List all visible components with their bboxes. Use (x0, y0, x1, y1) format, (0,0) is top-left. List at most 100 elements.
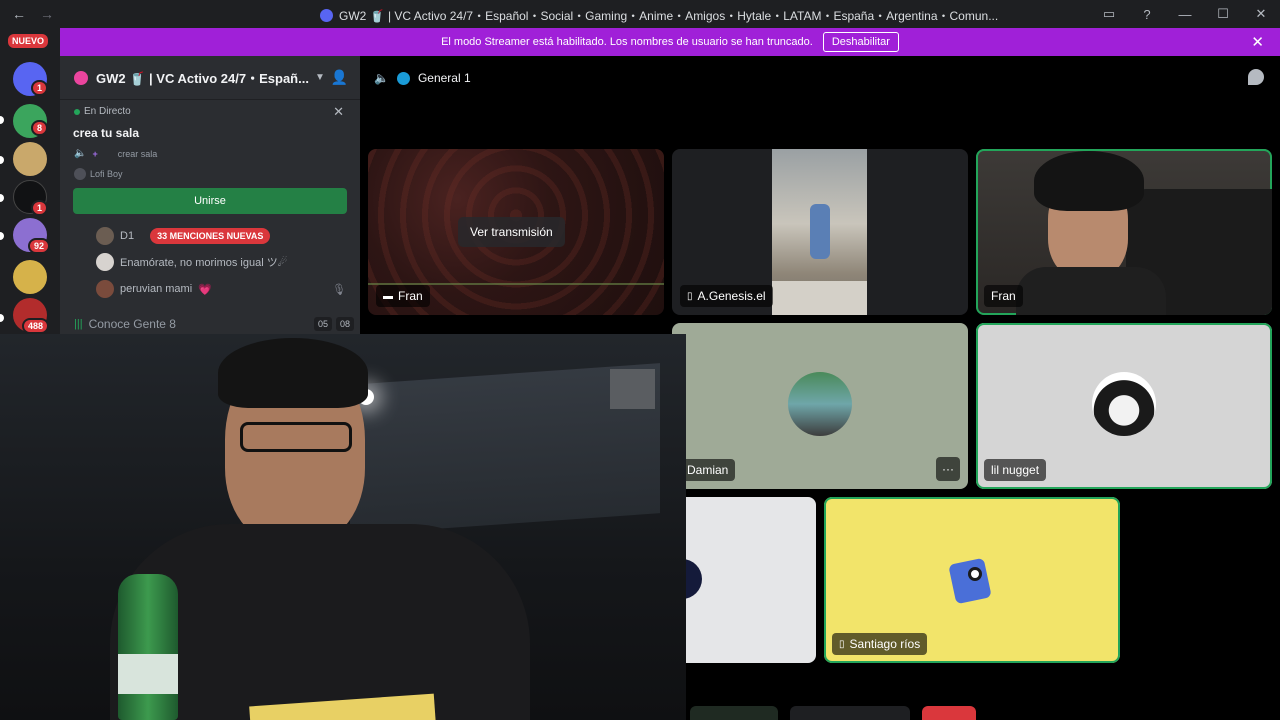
tile-name-tag: lil nugget (984, 459, 1047, 481)
member-name: D1 (120, 230, 135, 242)
inbox-icon[interactable]: ▭ (1090, 6, 1128, 22)
voice-activity-icon: ||| (74, 318, 83, 330)
server-badge: 92 (28, 238, 51, 254)
tile-name: lil nugget (991, 463, 1040, 477)
server-icon[interactable] (13, 142, 47, 176)
channel-name: General 1 (417, 71, 471, 85)
avatar (96, 227, 114, 245)
member-row[interactable]: Enamórate, no morimos igual ツ☄ (96, 253, 288, 271)
avatar (946, 555, 996, 609)
window-controls: ▭ ? — ☐ ✕ (1090, 0, 1280, 28)
maximize-icon[interactable]: ☐ (1204, 6, 1242, 22)
live-dot-icon (74, 108, 80, 115)
avatar (788, 372, 852, 436)
voice-channel-name: Conoce Gente 8 (88, 317, 176, 331)
member-row[interactable]: D1 33 MENCIONES NUEVAS (96, 227, 271, 245)
avatar (96, 280, 114, 298)
avatar-tile[interactable] (672, 497, 816, 663)
count-limit: 08 (335, 317, 354, 331)
avatar-tile[interactable]: Damian ··· (672, 323, 968, 489)
streamer-mode-banner: El modo Streamer está habilitado. Los no… (60, 28, 1280, 56)
help-icon[interactable]: ? (1128, 7, 1166, 22)
camera-feed (772, 149, 867, 315)
server-badge: 8 (31, 120, 49, 136)
tile-name: A.Genesis.el (697, 289, 766, 303)
minimize-icon[interactable]: — (1166, 7, 1204, 22)
mobile-icon: ▯ (839, 638, 845, 650)
bottle (118, 574, 178, 720)
discord-logo-icon (320, 9, 333, 22)
unread-pill (0, 156, 4, 164)
more-options-button[interactable]: ··· (936, 457, 960, 481)
live-label-text: En Directo (84, 106, 131, 117)
new-badge: NUEVO (8, 34, 49, 48)
globe-icon (396, 71, 410, 85)
tile-name-tag: Fran (984, 285, 1023, 307)
camera-tile[interactable]: Fran (976, 149, 1272, 315)
tile-name-tag: ▯ A.Genesis.el (680, 285, 773, 307)
window-title-text: GW2 🥤 | VC Activo 24/7・Español・Social・Ga… (339, 9, 999, 23)
server-badge: 488 (22, 318, 50, 334)
server-badge: 1 (31, 80, 49, 96)
speaker-icon: 🔈 (374, 71, 389, 85)
server-icon[interactable] (13, 260, 47, 294)
camera-tile[interactable]: ▯ A.Genesis.el (672, 149, 968, 315)
control-button[interactable] (790, 706, 910, 720)
tile-name: Fran (991, 289, 1016, 303)
member-name: peruvian mami (120, 283, 193, 295)
webcam-overlay (0, 334, 686, 720)
tile-name-tag: ▬ Fran (376, 285, 430, 307)
channel-sidebar: GW2 🥤 | VC Activo 24/7・Españ... ▼ 👤 En D… (60, 56, 360, 334)
close-icon[interactable]: ✕ (1251, 33, 1264, 51)
tile-name: Fran (398, 289, 423, 303)
avatar (1092, 372, 1156, 436)
disconnect-button[interactable] (922, 706, 976, 720)
heart-icon: 💗 (198, 283, 212, 296)
chevron-down-icon[interactable]: ▼ (315, 72, 325, 83)
watch-stream-button[interactable]: Ver transmisión (458, 217, 565, 247)
server-rail: NUEVO 1 8 1 92 488 (0, 28, 60, 334)
count-current: 05 (313, 317, 332, 331)
muted-mic-icon: 🎙 (332, 284, 346, 296)
person-hair (218, 338, 368, 408)
avatar (96, 253, 114, 271)
back-arrow-icon[interactable]: ← (12, 6, 26, 22)
forward-arrow-icon[interactable]: → (40, 6, 54, 22)
tile-name-tag: ▯ Santiago ríos (832, 633, 928, 655)
mobile-icon: ▯ (687, 290, 693, 302)
control-button[interactable] (690, 706, 778, 720)
join-button[interactable]: Unirse (73, 188, 347, 214)
add-user-icon[interactable]: 👤 (331, 69, 348, 86)
wall-picture (610, 369, 655, 409)
disable-streamer-button[interactable]: Deshabilitar (822, 32, 899, 52)
character-eye (968, 567, 982, 581)
speaker-icon: 🔈 (74, 148, 87, 159)
unread-pill (0, 232, 4, 240)
hair (1034, 151, 1144, 211)
avatar-tile[interactable]: lil nugget (976, 323, 1272, 489)
server-badge: 1 (31, 200, 49, 216)
server-name: GW2 🥤 | VC Activo 24/7・Españ... (96, 71, 309, 86)
plus-icon: + (92, 148, 98, 159)
avatar (74, 168, 86, 180)
avatar-tile[interactable]: ▯ Santiago ríos (824, 497, 1120, 663)
tile-name: Santiago ríos (849, 637, 921, 651)
voice-channel-row[interactable]: ||| Conoce Gente 8 05 08 (74, 314, 354, 334)
close-icon[interactable]: ✕ (333, 104, 344, 120)
stream-tile[interactable]: Ver transmisión ▬ Fran (368, 149, 664, 315)
live-label: En Directo (74, 106, 131, 117)
server-header[interactable]: GW2 🥤 | VC Activo 24/7・Españ... ▼ 👤 (60, 56, 360, 100)
tile-name-tag: Damian (680, 459, 736, 481)
voice-channel-header: 🔈 General 1 (360, 56, 1280, 100)
shirt (1016, 267, 1166, 315)
member-name: Enamórate, no morimos igual ツ☄ (120, 257, 288, 269)
bed-area (772, 281, 867, 315)
mentions-badge[interactable]: 33 MENCIONES NUEVAS (150, 228, 271, 244)
member-row[interactable]: peruvian mami 💗 (96, 280, 212, 298)
banner-text: El modo Streamer está habilitado. Los no… (441, 36, 813, 48)
live-user: Lofi Boy (74, 168, 123, 180)
live-subtitle: 🔈 + crear sala (74, 148, 157, 159)
chat-icon[interactable] (1248, 69, 1264, 85)
window-title: GW2 🥤 | VC Activo 24/7・Español・Social・Ga… (320, 7, 998, 24)
close-window-icon[interactable]: ✕ (1242, 6, 1280, 22)
